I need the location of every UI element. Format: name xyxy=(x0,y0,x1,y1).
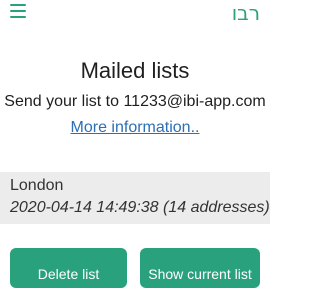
page-title: Mailed lists xyxy=(80,58,190,83)
delete-list-button[interactable]: Delete list xyxy=(10,248,127,288)
show-current-list-button[interactable]: Show current list xyxy=(140,248,260,288)
more-information-link[interactable]: More information.. xyxy=(0,118,270,138)
language-switch-label[interactable]: רבו xyxy=(232,0,260,26)
list-item-city: London xyxy=(10,177,64,194)
top-bar: רבו xyxy=(0,0,270,36)
list-item[interactable]: London 2020-04-14 14:49:38 (14 addresses… xyxy=(0,172,270,224)
send-instruction-text: Send your list to 11233@ibi-app.com xyxy=(4,93,266,110)
list-item-details: 2020-04-14 14:49:38 (14 addresses) xyxy=(10,199,270,216)
hamburger-menu-icon[interactable] xyxy=(10,4,26,18)
